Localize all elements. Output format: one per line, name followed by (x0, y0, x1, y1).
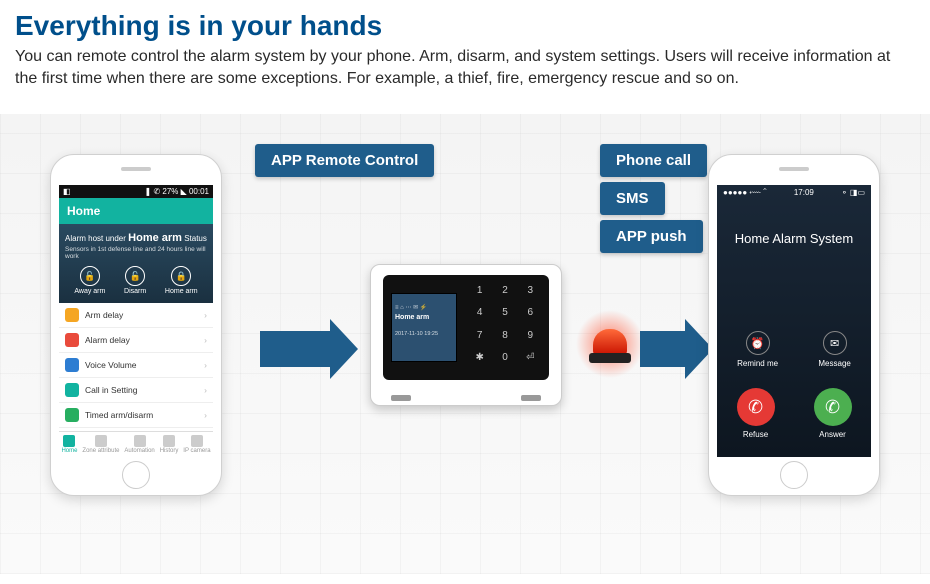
menu-icon (65, 333, 79, 347)
phone-hangup-icon: ✆ (737, 388, 775, 426)
chevron-right-icon: › (204, 410, 207, 420)
keypad-key[interactable]: 3 (520, 285, 541, 303)
badge-remote-control: APP Remote Control (255, 144, 434, 177)
home-button-icon (780, 461, 808, 489)
status-bar: ●●●●● ⬳ ⌃ 17:09 ⚬ ◨▭ (717, 185, 871, 201)
nav-item[interactable]: Zone attribute (82, 435, 119, 454)
keypad-key[interactable]: 7 (469, 330, 490, 348)
lock-icon: 🔓 (125, 266, 145, 286)
keypad-key[interactable]: 1 (469, 285, 490, 303)
keypad-key[interactable]: 4 (469, 307, 490, 325)
menu-icon (65, 308, 79, 322)
badge-sms: SMS (600, 182, 665, 215)
chevron-right-icon: › (204, 310, 207, 320)
menu-item[interactable]: Arm delay› (59, 303, 213, 328)
keypad-key[interactable]: ✱ (469, 352, 490, 370)
remind me-icon: ⏰ (746, 331, 770, 355)
keypad-key[interactable]: 8 (494, 330, 515, 348)
refuse-button[interactable]: ✆ Refuse (737, 388, 775, 439)
chevron-right-icon: › (204, 385, 207, 395)
diagram-stage: APP Remote Control Phone call SMS APP pu… (0, 114, 930, 574)
chevron-right-icon: › (204, 335, 207, 345)
nav-icon (163, 435, 175, 447)
arm-mode-item[interactable]: 🔓Disarm (124, 266, 146, 295)
menu-item[interactable]: Voice Volume› (59, 353, 213, 378)
badge-phone-call: Phone call (600, 144, 707, 177)
arrow-icon (260, 319, 358, 379)
app-header: Home (59, 198, 213, 224)
panel-display: ≡ ⌂ ⋯ ✉ ⚡ Home arm 2017-11-10 19:25 (391, 293, 457, 362)
answer-button[interactable]: ✆ Answer (814, 388, 852, 439)
arm-status-banner: Alarm host under Home arm Status Sensors… (59, 224, 213, 303)
menu-item[interactable]: Timed arm/disarm› (59, 403, 213, 428)
nav-icon (191, 435, 203, 447)
call-option[interactable]: ✉Message (818, 331, 850, 368)
menu-icon (65, 358, 79, 372)
status-bar: ◧ ❚ ✆ 27% ◣ 00:01 (59, 185, 213, 198)
caller-name: Home Alarm System (717, 231, 871, 246)
badge-app-push: APP push (600, 220, 703, 253)
arm-mode-item[interactable]: 🔒Home arm (165, 266, 198, 295)
home-button-icon (122, 461, 150, 489)
call-option[interactable]: ⏰Remind me (737, 331, 778, 368)
menu-icon (65, 408, 79, 422)
nav-icon (134, 435, 146, 447)
keypad-key[interactable]: 9 (520, 330, 541, 348)
keypad-key[interactable]: 6 (520, 307, 541, 325)
menu-item[interactable]: Alarm delay› (59, 328, 213, 353)
nav-item[interactable]: History (160, 435, 179, 454)
keypad-key[interactable]: 0 (494, 352, 515, 370)
lock-icon: 🔓 (80, 266, 100, 286)
menu-item[interactable]: Call in Setting› (59, 378, 213, 403)
chevron-right-icon: › (204, 360, 207, 370)
menu-icon (65, 383, 79, 397)
keypad-key[interactable]: 5 (494, 307, 515, 325)
nav-item[interactable]: Automation (124, 435, 154, 454)
keypad-key[interactable]: 2 (494, 285, 515, 303)
phone-incoming-call: ●●●●● ⬳ ⌃ 17:09 ⚬ ◨▭ Home Alarm System ⏰… (708, 154, 880, 496)
keypad-key[interactable]: ⏎ (520, 352, 541, 370)
nav-icon (95, 435, 107, 447)
nav-icon (63, 435, 75, 447)
nav-item[interactable]: IP camera (183, 435, 210, 454)
phone-app: ◧ ❚ ✆ 27% ◣ 00:01 Home Alarm host under … (50, 154, 222, 496)
message-icon: ✉ (823, 331, 847, 355)
lock-icon: 🔒 (171, 266, 191, 286)
panel-keypad: 123 456 789 ✱0 ⏎ (461, 275, 549, 380)
bottom-nav: Home Zone attribute Automation HistoryIP ca… (59, 431, 213, 457)
arm-mode-item[interactable]: 🔓Away arm (74, 266, 105, 295)
page-title: Everything is in your hands (15, 10, 915, 42)
alarm-panel: ≡ ⌂ ⋯ ✉ ⚡ Home arm 2017-11-10 19:25 123 4… (370, 264, 562, 406)
arrow-icon (640, 319, 713, 379)
page-description: You can remote control the alarm system … (15, 46, 915, 89)
siren-icon (585, 319, 635, 369)
nav-item[interactable]: Home (61, 435, 77, 454)
phone-answer-icon: ✆ (814, 388, 852, 426)
